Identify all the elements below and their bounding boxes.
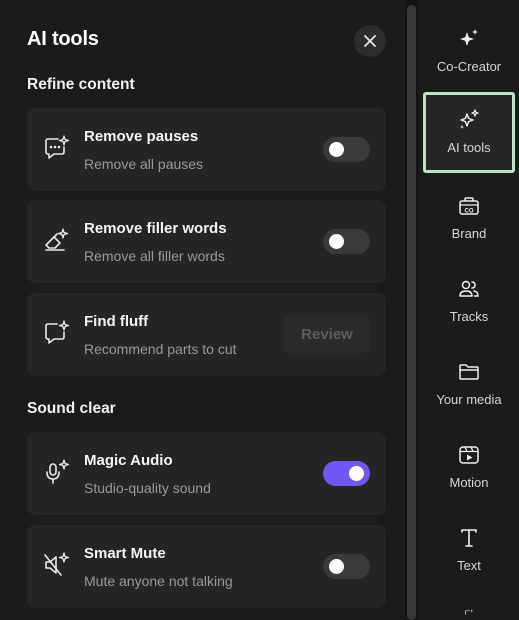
brand-kit-icon: CO (459, 197, 479, 215)
scrollbar[interactable] (407, 5, 416, 620)
smart-mute-subtitle: Mute anyone not talking (84, 573, 233, 589)
text-icon (461, 529, 477, 547)
smart-mute-title: Smart Mute (84, 545, 166, 562)
ai-tools-panel: AI tools Refine content Remove pauses Re… (0, 0, 405, 620)
remove-pauses-toggle[interactable] (323, 137, 370, 162)
rail-label: Brand (451, 226, 487, 241)
people-icon (459, 280, 479, 297)
magic-audio-card: Magic Audio Studio-quality sound (27, 432, 386, 515)
toggle-knob (349, 466, 364, 481)
rail-item-brand[interactable]: CO Brand (423, 180, 515, 260)
remove-filler-words-toggle[interactable] (323, 229, 370, 254)
sparkle-icon (460, 29, 478, 46)
partial-tool-icon (464, 609, 474, 615)
rail-label: Your media (436, 392, 502, 407)
rail-item-tracks[interactable]: Tracks (423, 263, 515, 343)
sparkles-icon (460, 109, 479, 129)
rail-item-text[interactable]: Text (423, 512, 515, 592)
magic-audio-title: Magic Audio (84, 452, 173, 469)
rail-item-motion[interactable]: Motion (423, 429, 515, 509)
right-tool-rail: Co-Creator AI tools CO Brand Tracks Your (419, 0, 519, 620)
remove-filler-words-card: Remove filler words Remove all filler wo… (27, 200, 386, 283)
rail-label: Co-Creator (436, 59, 502, 74)
find-fluff-card: Find fluff Recommend parts to cut Review (27, 293, 386, 376)
smart-mute-toggle[interactable] (323, 554, 370, 579)
close-button[interactable] (354, 25, 386, 57)
review-button[interactable]: Review (284, 315, 370, 353)
rail-label: Text (457, 558, 481, 573)
remove-filler-words-subtitle: Remove all filler words (84, 248, 225, 264)
rail-label: AI tools (447, 140, 491, 155)
svg-text:CO: CO (465, 209, 474, 215)
toggle-knob (329, 234, 344, 249)
find-fluff-subtitle: Recommend parts to cut (84, 341, 237, 357)
toggle-knob (329, 142, 344, 157)
rail-label: Motion (449, 475, 489, 490)
speaker-mute-sparkle-icon (44, 552, 70, 576)
remove-pauses-subtitle: Remove all pauses (84, 156, 204, 172)
remove-filler-words-title: Remove filler words (84, 220, 227, 237)
rail-item-ai-tools[interactable]: AI tools (423, 92, 515, 173)
folder-icon (459, 364, 479, 380)
microphone-sparkle-icon (46, 459, 70, 484)
find-fluff-title: Find fluff (84, 313, 149, 330)
rail-item-your-media[interactable]: Your media (423, 346, 515, 426)
motion-icon (459, 446, 479, 464)
rail-item-more[interactable] (423, 595, 515, 620)
toggle-knob (329, 559, 344, 574)
panel-title: AI tools (27, 28, 99, 50)
remove-pauses-card: Remove pauses Remove all pauses (27, 108, 386, 191)
rail-label: Tracks (449, 309, 489, 324)
magic-audio-toggle[interactable] (323, 461, 370, 486)
remove-pauses-title: Remove pauses (84, 128, 199, 145)
section-title-refine-content: Refine content (27, 76, 135, 93)
smart-mute-card: Smart Mute Mute anyone not talking (27, 525, 386, 608)
magic-audio-subtitle: Studio-quality sound (84, 480, 211, 496)
speech-bubble-sparkle-icon (45, 320, 70, 344)
speech-bubble-pause-icon (45, 135, 70, 159)
section-title-sound-clear: Sound clear (27, 400, 116, 417)
close-icon (364, 35, 376, 47)
eraser-sparkle-icon (45, 228, 69, 251)
rail-item-co-creator[interactable]: Co-Creator (423, 13, 515, 93)
